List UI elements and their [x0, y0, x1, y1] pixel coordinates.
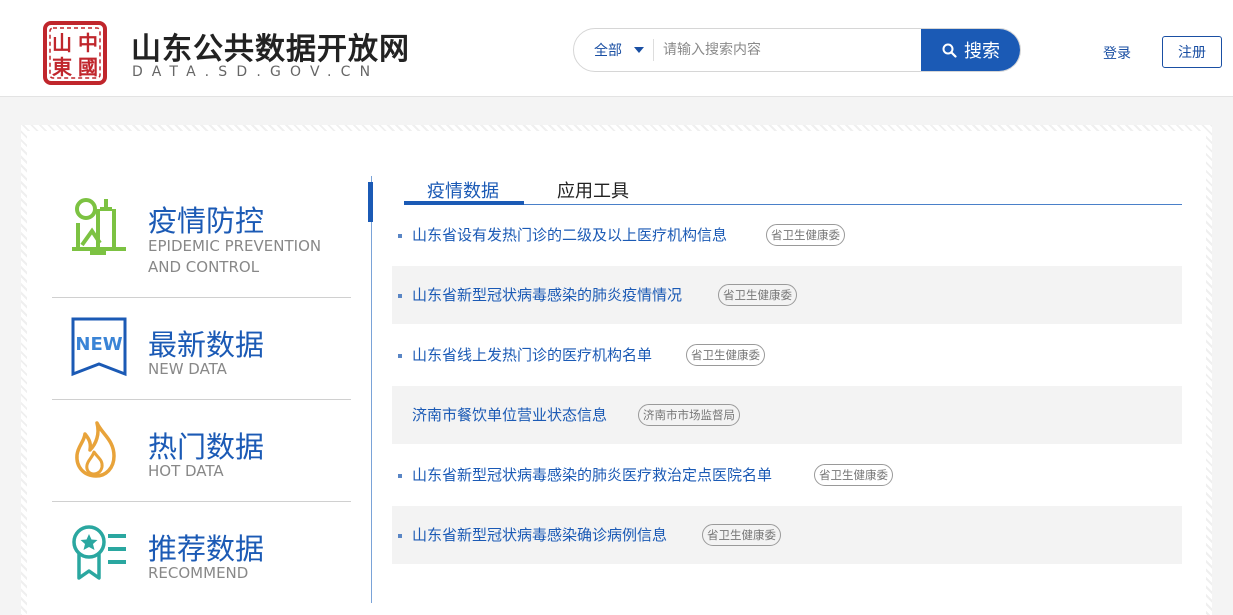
list-item-title[interactable]: 济南市餐饮单位营业状态信息: [412, 404, 607, 425]
list-item[interactable]: 山东省线上发热门诊的医疗机构名单 省卫生健康委: [392, 326, 1182, 384]
search-button[interactable]: 搜索: [921, 29, 1020, 71]
list-item-title[interactable]: 山东省新型冠状病毒感染确诊病例信息: [412, 524, 667, 545]
svg-text:山: 山: [52, 31, 72, 55]
nav-item-recommend-en: RECOMMEND: [148, 564, 249, 582]
nav-item-new[interactable]: NEW 最新数据 NEW DATA: [52, 310, 351, 395]
search-divider: [653, 39, 654, 61]
nav-divider: [52, 399, 351, 400]
source-tag: 省卫生健康委: [702, 524, 781, 546]
list-item-title[interactable]: 山东省新型冠状病毒感染的肺炎医疗救治定点医院名单: [412, 464, 772, 485]
nav-item-new-en: NEW DATA: [148, 360, 227, 378]
epidemic-icon: [72, 198, 126, 255]
source-tag: 省卫生健康委: [718, 284, 797, 306]
site-domain: DATA.SD.GOV.CN: [132, 64, 380, 80]
svg-text:NEW: NEW: [75, 334, 122, 355]
nav-item-recommend[interactable]: 推荐数据 RECOMMEND: [52, 514, 351, 599]
caret-down-icon: [634, 47, 644, 53]
search-input[interactable]: [663, 29, 918, 71]
list-item-title[interactable]: 山东省线上发热门诊的医疗机构名单: [412, 344, 652, 365]
flame-icon: [75, 421, 116, 478]
svg-text:國: 國: [78, 55, 98, 79]
source-tag: 济南市市场监督局: [638, 404, 740, 426]
source-tag: 省卫生健康委: [686, 344, 765, 366]
list-item[interactable]: 济南市餐饮单位营业状态信息 济南市市场监督局: [392, 386, 1182, 444]
nav-item-epidemic-en2: AND CONTROL: [148, 258, 260, 276]
nav-item-epidemic-title: 疫情防控: [148, 204, 265, 238]
search-scope-select[interactable]: 全部: [574, 29, 653, 71]
new-badge-icon: NEW: [71, 317, 127, 377]
nav-item-epidemic[interactable]: 疫情防控 EPIDEMIC PREVENTION AND CONTROL: [52, 190, 351, 290]
tab-app-tools[interactable]: 应用工具: [557, 177, 629, 203]
tab-active-underline: [404, 201, 524, 205]
bullet-icon: [398, 234, 402, 238]
bullet-icon: [398, 534, 402, 538]
site-title[interactable]: 山东公共数据开放网: [131, 24, 410, 68]
login-link[interactable]: 登录: [1103, 43, 1131, 63]
tab-epidemic-data[interactable]: 疫情数据: [427, 177, 499, 203]
nav-item-new-title: 最新数据: [148, 328, 265, 362]
list-item[interactable]: 山东省设有发热门诊的二级及以上医疗机构信息 省卫生健康委: [392, 206, 1182, 264]
nav-item-epidemic-en1: EPIDEMIC PREVENTION: [148, 237, 322, 255]
search-scope-label: 全部: [594, 43, 622, 59]
list-item[interactable]: 山东省新型冠状病毒感染确诊病例信息 省卫生健康委: [392, 506, 1182, 564]
site-header: 中 國 山 東 山东公共数据开放网 DATA.SD.GOV.CN 全部 搜索 登…: [0, 0, 1233, 97]
list-item[interactable]: 山东省新型冠状病毒感染的肺炎医疗救治定点医院名单 省卫生健康委: [392, 446, 1182, 504]
nav-item-recommend-title: 推荐数据: [148, 532, 265, 566]
bullet-icon: [398, 474, 402, 478]
svg-text:東: 東: [52, 55, 72, 79]
nav-divider: [52, 501, 351, 502]
source-tag: 省卫生健康委: [814, 464, 893, 486]
bullet-icon: [398, 294, 402, 298]
nav-vertical-divider: [371, 176, 372, 603]
nav-active-indicator: [368, 182, 373, 222]
register-button[interactable]: 注册: [1162, 36, 1222, 68]
search-button-label: 搜索: [964, 41, 1000, 62]
list-item-title[interactable]: 山东省新型冠状病毒感染的肺炎疫情情况: [412, 284, 682, 305]
list-item-title[interactable]: 山东省设有发热门诊的二级及以上医疗机构信息: [412, 224, 727, 245]
nav-item-hot-title: 热门数据: [148, 430, 265, 464]
nav-item-hot[interactable]: 热门数据 HOT DATA: [52, 412, 351, 497]
seal-logo-icon[interactable]: 中 國 山 東: [42, 20, 108, 86]
list-item[interactable]: 山东省新型冠状病毒感染的肺炎疫情情况 省卫生健康委: [392, 266, 1182, 324]
award-list-icon: [72, 525, 126, 580]
source-tag: 省卫生健康委: [766, 224, 845, 246]
nav-divider: [52, 297, 351, 298]
search-bar: 全部 搜索: [573, 28, 1021, 72]
svg-text:中: 中: [78, 31, 98, 55]
bullet-icon: [398, 354, 402, 358]
search-icon: [942, 43, 957, 58]
nav-item-hot-en: HOT DATA: [148, 462, 224, 480]
